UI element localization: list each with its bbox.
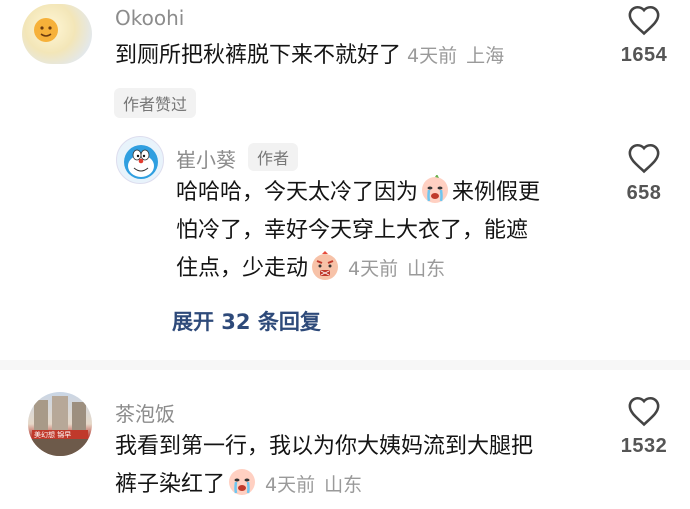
comment-location: 山东: [407, 258, 446, 280]
comment-content-line: 怕冷了，幸好今天穿上大衣了，能遮: [176, 218, 529, 243]
heart-outline-icon: [628, 5, 660, 36]
crying-face-emoji-icon: [229, 469, 256, 495]
expand-replies-link[interactable]: 展开 32 条回复: [172, 306, 321, 336]
comment-username[interactable]: 茶泡饭: [115, 398, 175, 427]
svg-text:美幻想 锦早: 美幻想 锦早: [34, 430, 71, 439]
comment-time: 4天前: [407, 45, 458, 67]
avatar-sun-icon: [34, 18, 58, 42]
street-photo-avatar-icon: 美幻想 锦早: [28, 396, 92, 456]
comment-time: 4天前: [348, 258, 399, 280]
angry-face-emoji-icon: [312, 251, 339, 280]
comment-text: 我看到第一行，我以为你大姨妈流到大腿把 裤子染红了 4天前 山东: [115, 428, 605, 504]
comment-username[interactable]: Okoohi: [115, 6, 184, 30]
comment-content-line: 我看到第一行，我以为你大姨妈流到大腿把: [115, 434, 534, 459]
comment-content: 到厕所把秋裤脱下来不就好了: [115, 43, 402, 68]
avatar[interactable]: [116, 136, 164, 184]
comment-content-line: 裤子染红了: [115, 472, 226, 497]
author-tag: 作者: [248, 143, 299, 171]
author-liked-badge: 作者赞过: [114, 88, 197, 118]
section-divider: [0, 360, 690, 370]
heart-outline-icon: [628, 396, 660, 427]
comment-content-line: 住点，少走动: [176, 256, 309, 281]
like-button[interactable]: 1532: [604, 395, 684, 458]
comment-list: Okoohi 到厕所把秋裤脱下来不就好了 4天前 上海 1654 作者赞过 崔小葵…: [0, 0, 690, 509]
comment-content-line: 来例假更: [452, 180, 541, 205]
like-button[interactable]: 1654: [604, 4, 684, 67]
comment-location: 山东: [324, 474, 363, 496]
comment-time: 4天前: [265, 474, 316, 496]
comment-location: 上海: [466, 45, 505, 67]
like-count: 658: [626, 182, 662, 204]
comment-text: 哈哈哈，今天太冷了因为 来例假更 怕冷了，幸好今天穿上大衣了，能遮 住点，少走动 4…: [176, 174, 596, 288]
like-count: 1654: [620, 44, 668, 66]
crying-face-emoji-icon: [422, 175, 449, 203]
username-text: 崔小葵: [176, 148, 236, 172]
comment-text: 到厕所把秋裤脱下来不就好了 4天前 上海: [115, 37, 504, 75]
comment-username[interactable]: 崔小葵 作者: [176, 143, 299, 173]
avatar[interactable]: [22, 4, 92, 64]
heart-outline-icon: [628, 143, 660, 174]
doraemon-avatar-icon: [124, 145, 158, 179]
avatar[interactable]: 美幻想 锦早: [28, 392, 92, 456]
comment-content-line: 哈哈哈，今天太冷了因为: [176, 180, 419, 205]
like-count: 1532: [620, 435, 668, 457]
like-button[interactable]: 658: [604, 142, 684, 205]
